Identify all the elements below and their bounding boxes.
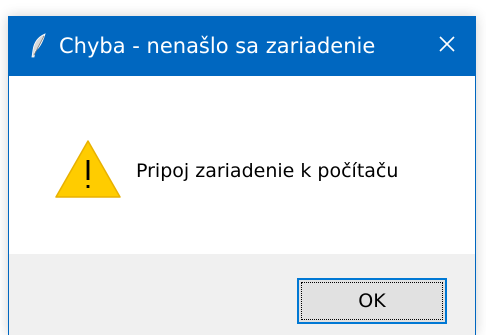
dialog-content: Pripoj zariadenie k počítaču	[9, 76, 475, 254]
window-title: Chyba - nenašlo sa zariadenie	[59, 34, 376, 58]
close-icon	[438, 35, 456, 57]
close-button[interactable]	[419, 16, 475, 76]
warning-icon	[53, 138, 123, 200]
error-dialog-window: Chyba - nenašlo sa zariadenie Pripoj zar…	[8, 16, 476, 335]
ok-button-label: OK	[301, 282, 443, 320]
ok-button[interactable]: OK	[297, 278, 447, 324]
title-bar[interactable]: Chyba - nenašlo sa zariadenie	[9, 16, 475, 76]
feather-icon	[29, 33, 49, 59]
dialog-footer: OK	[9, 254, 475, 335]
dialog-message: Pripoj zariadenie k počítaču	[136, 160, 399, 182]
